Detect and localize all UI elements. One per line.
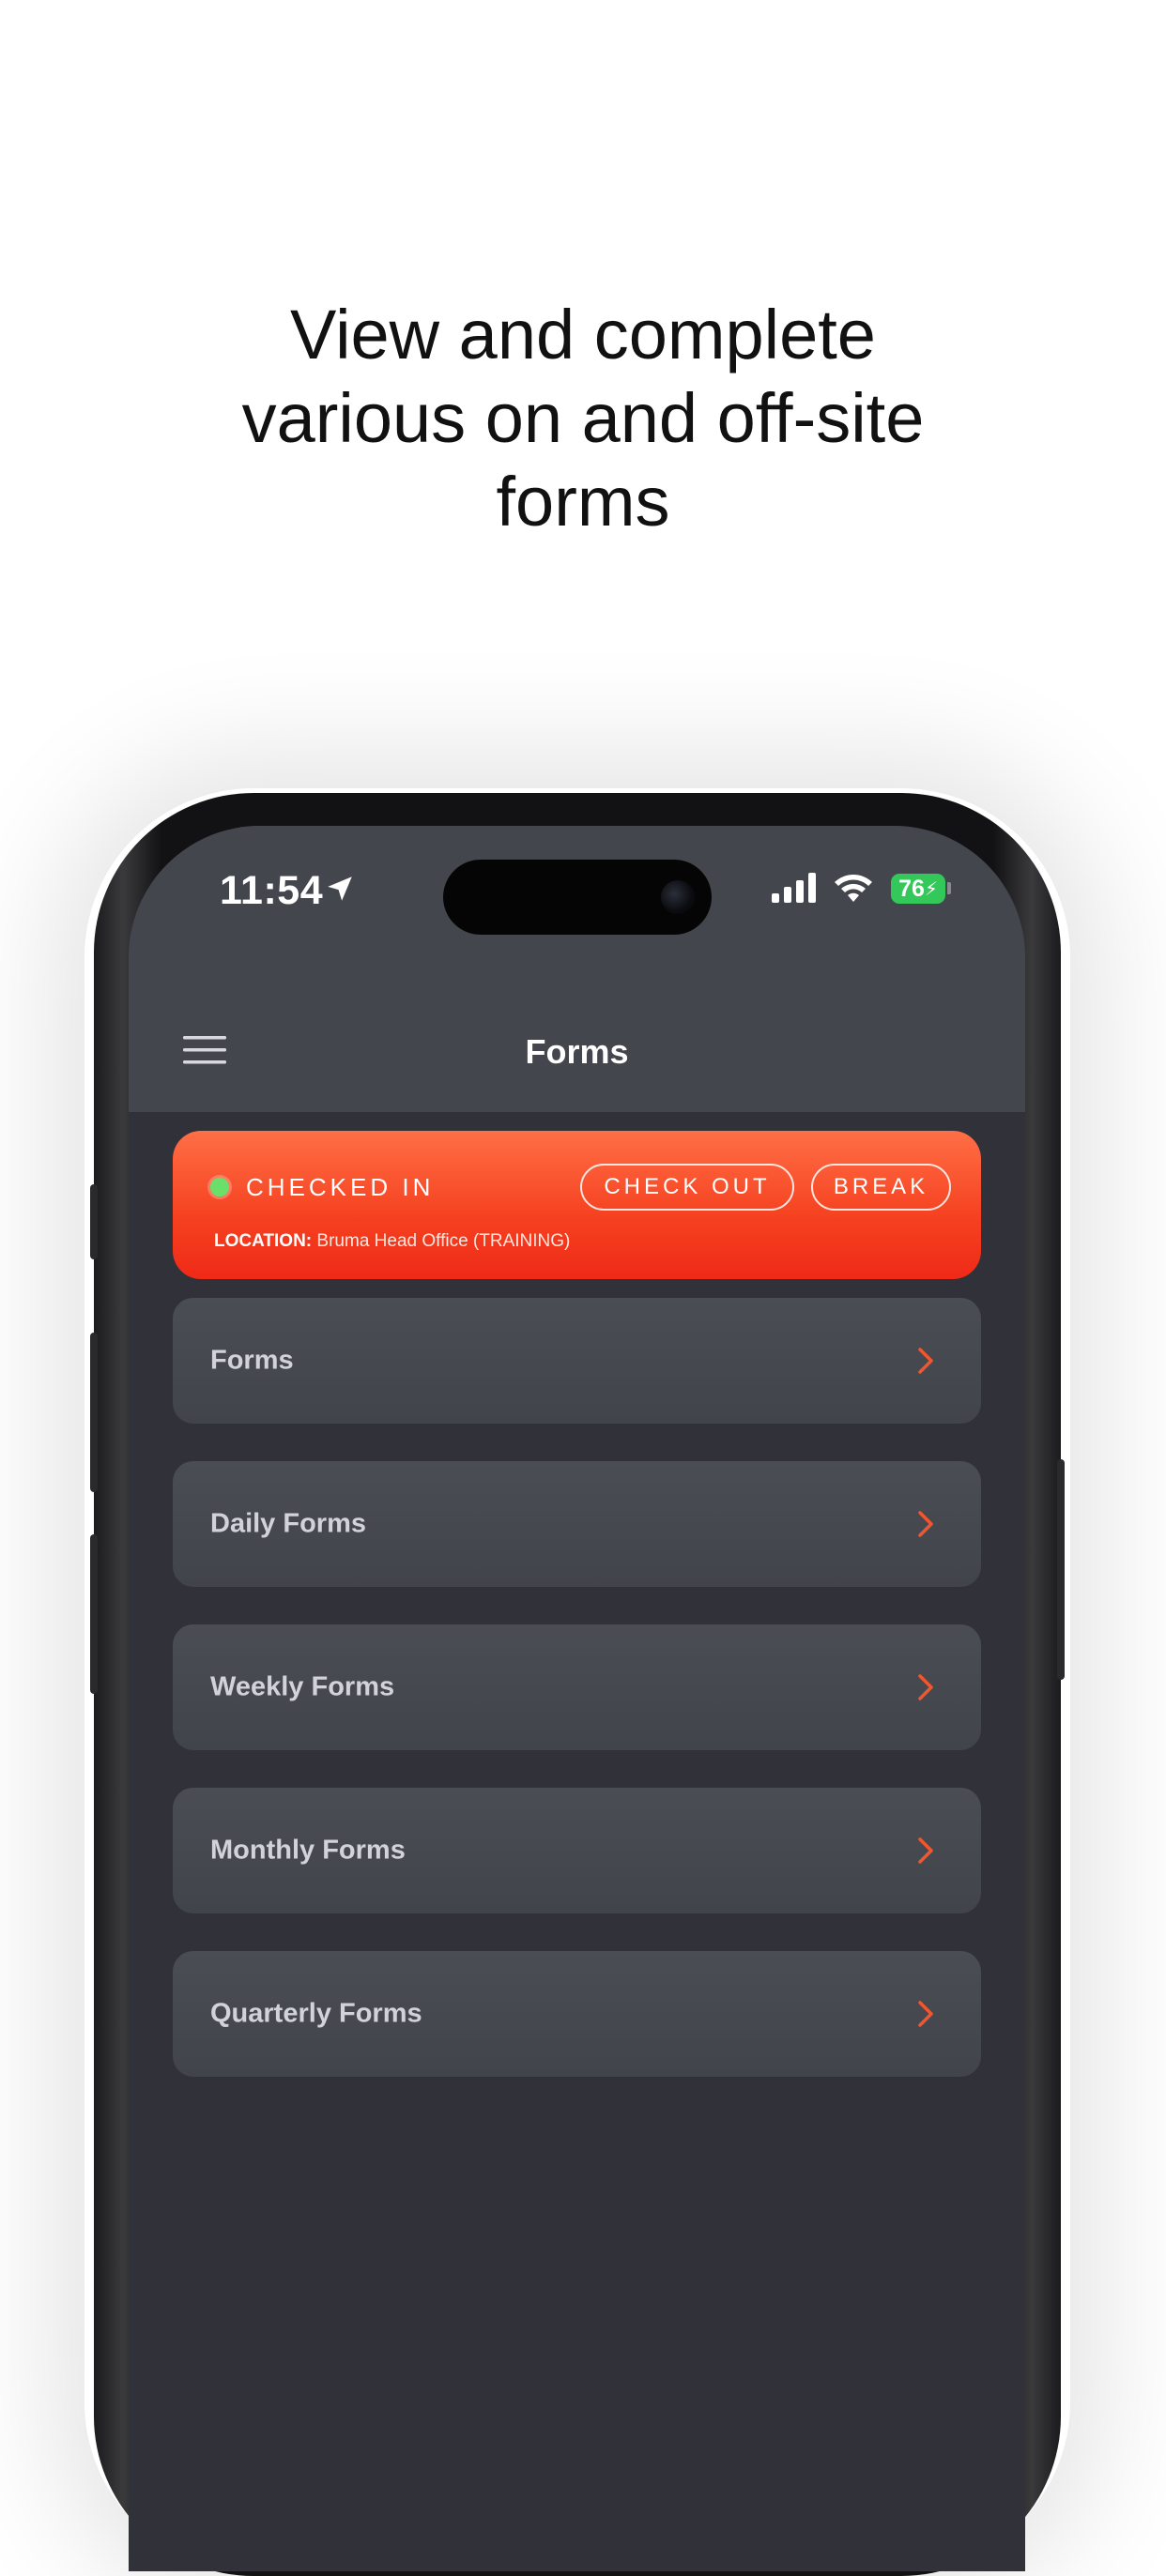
phone-volume-up-button — [90, 1333, 98, 1492]
menu-item-quarterly-forms[interactable]: Quarterly Forms — [173, 1951, 981, 2077]
chevron-right-icon — [918, 1511, 933, 1537]
app-header: 11:54 76 ⚡ Forms — [129, 826, 1025, 1112]
menu-item-label: Forms — [210, 1345, 294, 1376]
check-out-button[interactable]: CHECK OUT — [580, 1164, 794, 1211]
wifi-icon — [835, 875, 872, 902]
chevron-right-icon — [918, 1674, 933, 1700]
break-button[interactable]: BREAK — [811, 1164, 951, 1211]
location-arrow-icon — [328, 876, 352, 901]
location-line: LOCATION: Bruma Head Office (TRAINING) — [214, 1231, 570, 1252]
headline-line-2: various on and off-site — [241, 379, 925, 457]
location-value: Bruma Head Office (TRAINING) — [312, 1231, 571, 1251]
battery-cap — [947, 882, 951, 894]
menu-item-weekly-forms[interactable]: Weekly Forms — [173, 1624, 981, 1750]
checkin-banner: CHECKED IN CHECK OUT BREAK LOCATION: Bru… — [173, 1131, 981, 1279]
camera-icon — [661, 880, 695, 914]
phone-side-button — [90, 1184, 98, 1259]
menu-item-label: Weekly Forms — [210, 1671, 395, 1702]
headline-line-1: View and complete — [290, 296, 876, 373]
menu-item-label: Daily Forms — [210, 1508, 366, 1539]
menu-item-label: Quarterly Forms — [210, 1998, 422, 2029]
phone-power-button — [1057, 1459, 1065, 1680]
page-title: Forms — [525, 1032, 629, 1071]
menu-item-forms[interactable]: Forms — [173, 1298, 981, 1424]
status-time: 11:54 — [220, 868, 324, 913]
menu-item-monthly-forms[interactable]: Monthly Forms — [173, 1788, 981, 1913]
battery-level: 76 — [898, 875, 925, 902]
phone-volume-down-button — [90, 1534, 98, 1694]
checkin-status: CHECKED IN — [246, 1173, 435, 1201]
headline-line-3: forms — [496, 463, 670, 541]
chevron-right-icon — [918, 2001, 933, 2027]
phone-screen: 11:54 76 ⚡ Forms CHECKED IN CHECK OUT BR… — [129, 826, 1025, 2571]
signal-icon — [772, 873, 816, 903]
menu-item-label: Monthly Forms — [210, 1835, 406, 1866]
status-indicator-dot — [210, 1178, 229, 1197]
chevron-right-icon — [918, 1837, 933, 1864]
chevron-right-icon — [918, 1348, 933, 1374]
marketing-headline: View and complete various on and off-sit… — [0, 293, 1166, 543]
menu-item-daily-forms[interactable]: Daily Forms — [173, 1461, 981, 1587]
location-label: LOCATION: — [214, 1231, 313, 1251]
battery-icon: 76 ⚡ — [891, 874, 945, 904]
dynamic-island — [443, 860, 712, 935]
